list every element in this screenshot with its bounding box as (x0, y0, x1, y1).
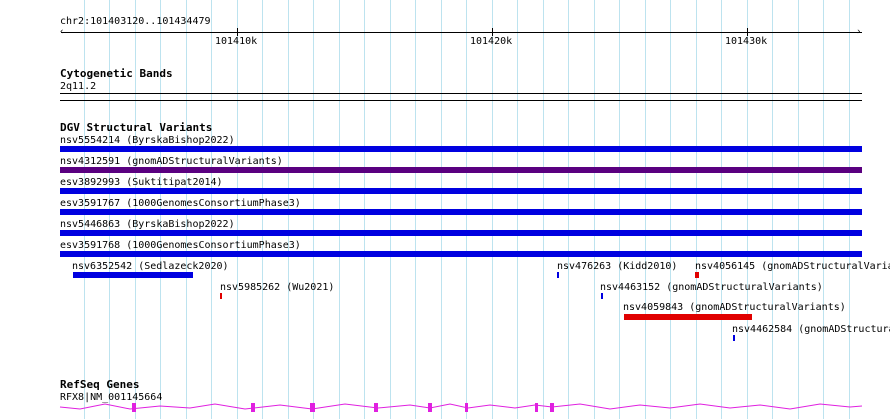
gene-exon (310, 403, 315, 412)
gene-exon (251, 403, 255, 412)
gene-intron-line (59, 403, 863, 410)
gene-exon (535, 403, 538, 412)
genome-browser: chr2:101403120..101434479 ‹ › 101410k 10… (0, 0, 890, 419)
gene-exon (374, 403, 378, 412)
gene-exon (465, 403, 468, 412)
gene-model[interactable] (0, 0, 890, 419)
gene-exon (428, 403, 432, 412)
gene-exon (132, 403, 136, 412)
gene-exon (550, 403, 554, 412)
